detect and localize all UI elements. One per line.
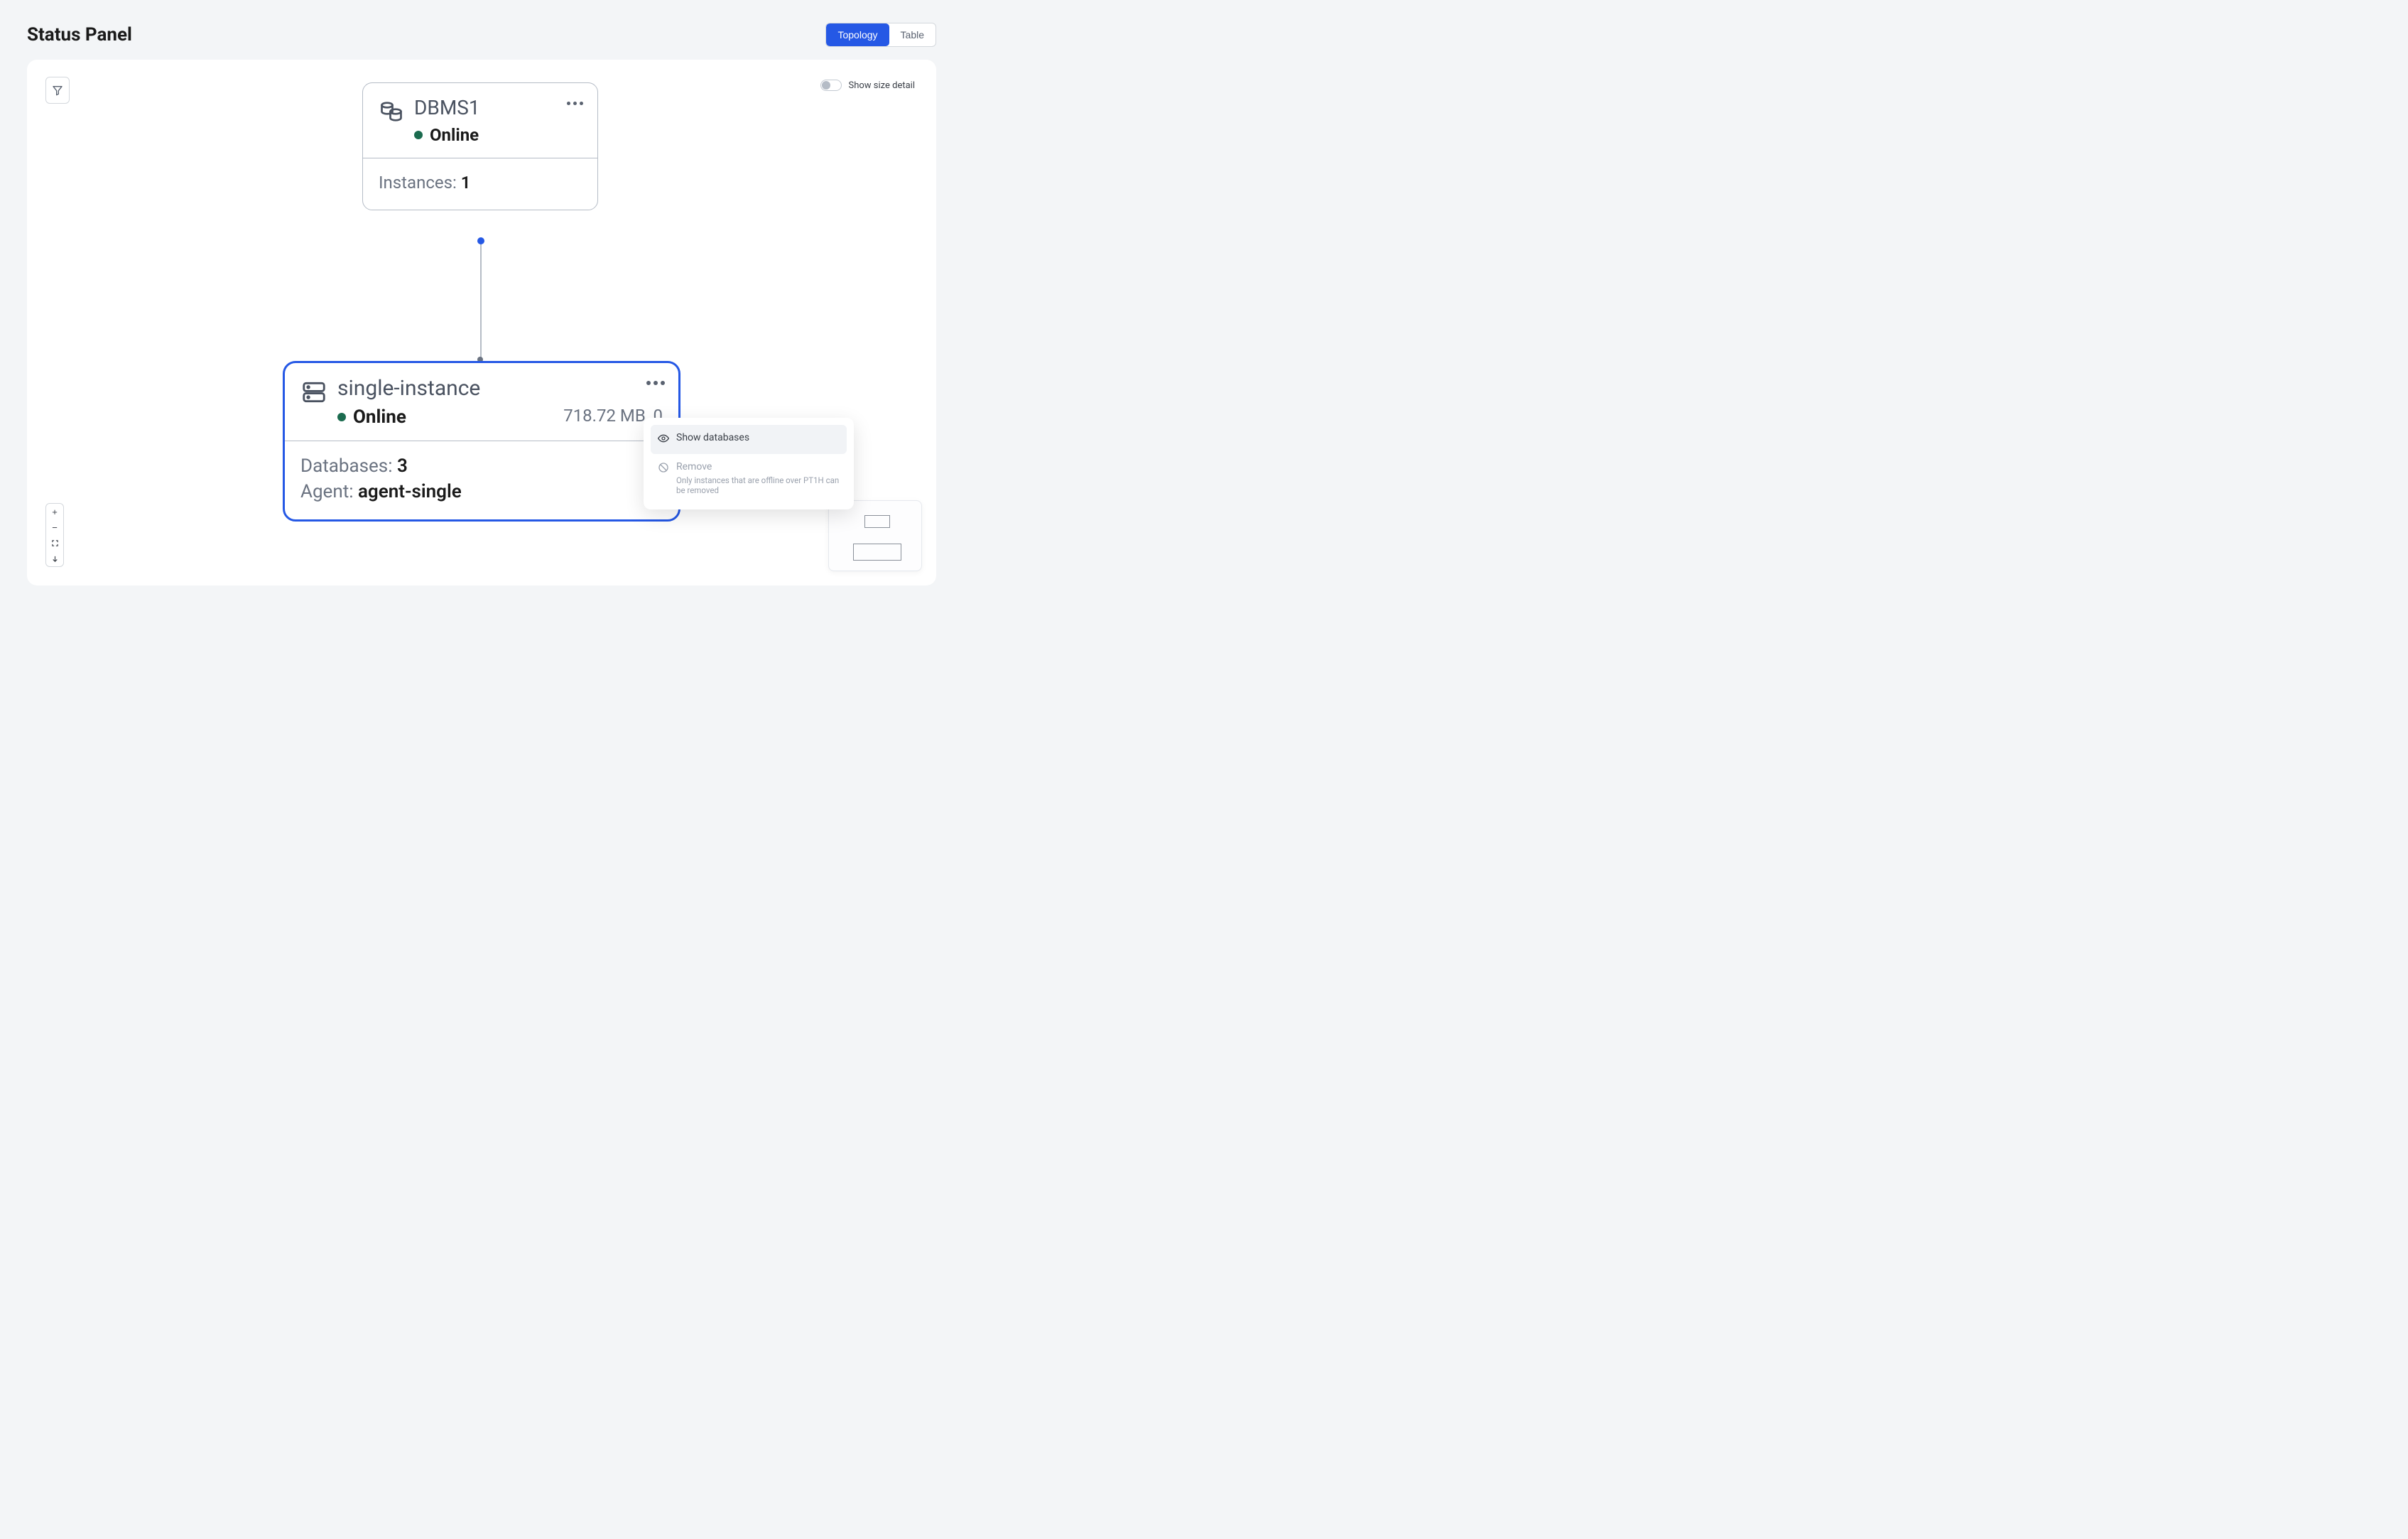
instance-context-menu: Show databases Remove Only instances tha… — [644, 418, 854, 509]
view-table-button[interactable]: Table — [889, 23, 935, 46]
ctx-show-databases[interactable]: Show databases — [651, 425, 847, 454]
page-title: Status Panel — [27, 24, 132, 45]
zoom-fit-button[interactable] — [46, 535, 63, 551]
instances-label: Instances: — [379, 173, 457, 193]
forbid-icon — [658, 462, 669, 476]
databases-count: 3 — [397, 455, 408, 477]
filter-icon — [52, 85, 63, 96]
status-dot-icon — [414, 131, 423, 139]
agent-name: agent-single — [358, 481, 462, 502]
zoom-out-button[interactable]: − — [46, 519, 63, 535]
instances-count: 1 — [461, 173, 471, 193]
agent-label: Agent: — [300, 481, 354, 502]
instance-actions-button[interactable] — [646, 376, 666, 390]
instance-status: Online — [353, 406, 406, 428]
databases-label: Databases: — [300, 455, 393, 477]
minimap[interactable] — [828, 500, 922, 571]
ctx-show-databases-label: Show databases — [676, 432, 749, 443]
dbms-node[interactable]: DBMS1 Online Instances: 1 — [362, 82, 598, 210]
arrow-down-icon — [51, 555, 59, 563]
instance-name: single-instance — [337, 376, 663, 401]
filter-button[interactable] — [45, 77, 70, 104]
view-switch: Topology Table — [825, 23, 936, 47]
instance-node[interactable]: single-instance Online 718.72 MB, 0 Data… — [283, 361, 680, 522]
dbms-status: Online — [430, 125, 479, 145]
dbms-name: DBMS1 — [414, 96, 582, 119]
ctx-remove-hint: Only instances that are offline over PT1… — [676, 475, 840, 495]
edge-source-dot — [477, 237, 484, 244]
dbms-actions-button[interactable] — [565, 96, 585, 110]
minimap-node — [864, 515, 890, 528]
zoom-collapse-button[interactable] — [46, 551, 63, 566]
ctx-remove-label: Remove — [676, 461, 840, 472]
dbms-icon — [379, 99, 404, 127]
zoom-in-button[interactable]: + — [46, 504, 63, 519]
status-dot-icon — [337, 413, 346, 421]
ctx-remove: Remove Only instances that are offline o… — [651, 454, 847, 502]
topology-edge — [480, 240, 482, 361]
minimap-node — [853, 544, 901, 561]
eye-icon — [658, 433, 669, 447]
server-icon — [300, 379, 327, 409]
show-size-toggle[interactable] — [820, 80, 842, 91]
view-topology-button[interactable]: Topology — [826, 23, 889, 46]
topology-canvas[interactable]: Show size detail DBMS1 Online — [27, 60, 936, 585]
show-size-label: Show size detail — [849, 80, 916, 91]
fullscreen-icon — [51, 539, 59, 547]
zoom-controls: + − — [45, 503, 64, 567]
